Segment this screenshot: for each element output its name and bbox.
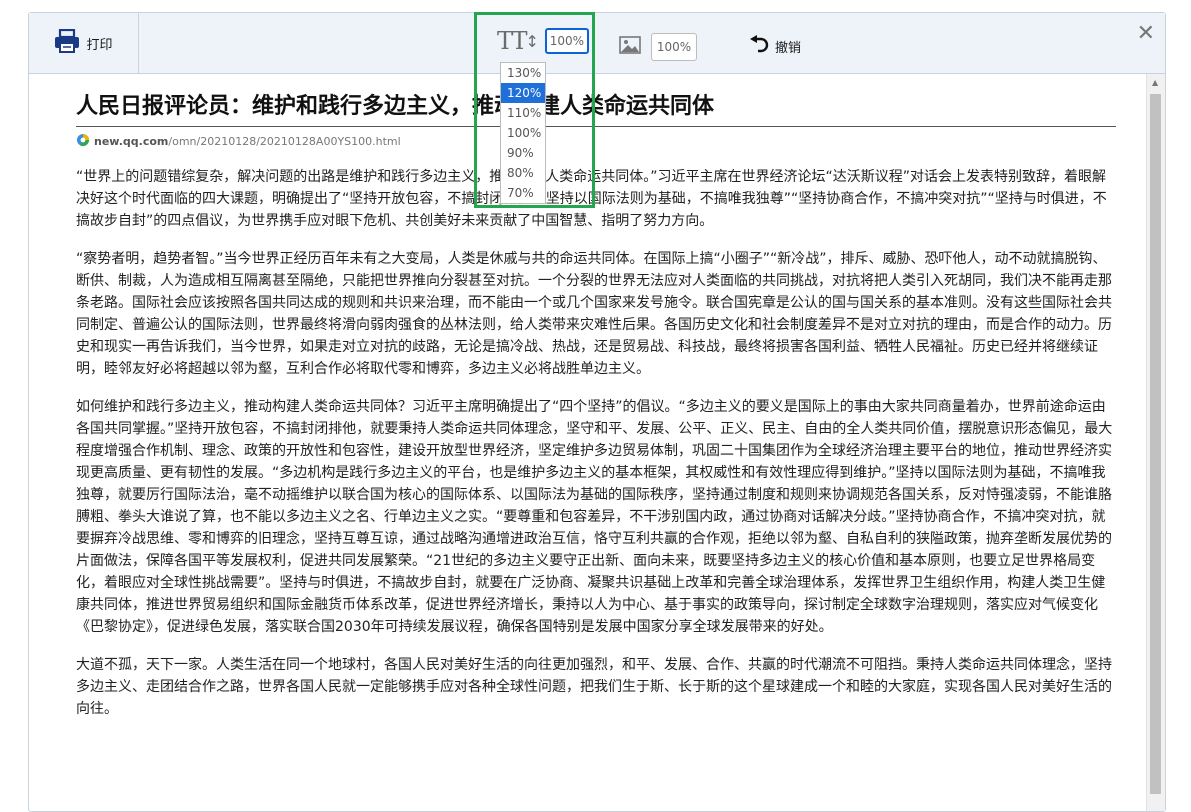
image-size-control: 100%: [619, 33, 697, 61]
zoom-option[interactable]: 80%: [501, 163, 545, 183]
font-size-icon: TT: [497, 27, 528, 55]
font-zoom-select[interactable]: 100%: [544, 28, 589, 54]
print-button[interactable]: 打印: [29, 13, 139, 73]
qq-logo-icon: [76, 133, 90, 150]
article-paragraph: “世界上的问题错综复杂，解决问题的出路是维护和践行多边主义，推动构建人类命运共同…: [76, 169, 1107, 229]
undo-button[interactable]: 撤销: [749, 35, 801, 57]
article-paragraph: 大道不孤，天下一家。人类生活在同一个地球村，各国人民对美好生活的向往更加强烈，和…: [76, 657, 1112, 717]
source-domain[interactable]: new.qq.com: [94, 135, 168, 148]
undo-label: 撤销: [775, 40, 802, 56]
article-paragraph: “察势者明，趋势者智。”当今世界正经历百年未有之大变局，人类是休戚与共的命运共同…: [76, 251, 1112, 377]
article-content: 人民日报评论员：维护和践行多边主义，推动构建人类命运共同体 new.qq.com…: [76, 88, 1116, 720]
vertical-scrollbar[interactable]: ▲: [1146, 74, 1165, 811]
scroll-thumb[interactable]: [1150, 94, 1161, 794]
print-preview-window: 打印 TT ↕ 100% 100% 撤销 ✕ 人民日报评论员：维护和践行多边主义…: [28, 12, 1166, 812]
image-icon: [619, 36, 641, 58]
close-icon[interactable]: ✕: [1137, 21, 1155, 46]
zoom-option[interactable]: 90%: [501, 143, 545, 163]
font-size-arrows-icon: ↕: [525, 31, 539, 51]
print-label: 打印: [86, 37, 113, 53]
zoom-option[interactable]: 70%: [501, 183, 545, 203]
zoom-option[interactable]: 110%: [501, 103, 545, 123]
article-paragraph: 如何维护和践行多边主义，推动构建人类命运共同体？习近平主席明确提出了“四个坚持”…: [76, 399, 1113, 635]
image-zoom-select[interactable]: 100%: [651, 33, 697, 61]
font-zoom-dropdown: 130% 120% 110% 100% 90% 80% 70%: [500, 62, 546, 204]
source-path[interactable]: /omn/20210128/20210128A00YS100.html: [168, 135, 400, 148]
toolbar: 打印 TT ↕ 100% 100% 撤销 ✕: [29, 13, 1165, 74]
font-size-control: TT ↕ 100%: [497, 27, 589, 55]
zoom-option-selected[interactable]: 120%: [501, 83, 545, 103]
zoom-option[interactable]: 100%: [501, 123, 545, 143]
printer-icon: [54, 28, 80, 57]
undo-icon: [749, 35, 769, 57]
article-title: 人民日报评论员：维护和践行多边主义，推动构建人类命运共同体: [76, 88, 1116, 127]
zoom-option[interactable]: 130%: [501, 63, 545, 83]
article-source: new.qq.com/omn/20210128/20210128A00YS100…: [76, 133, 1116, 150]
scroll-up-arrow-icon[interactable]: ▲: [1152, 78, 1158, 87]
